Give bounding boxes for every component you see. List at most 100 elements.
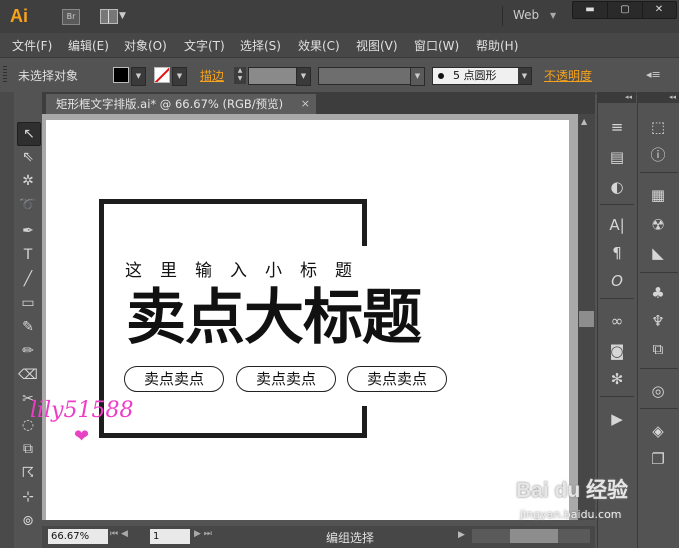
menu-help[interactable]: 帮助(H) xyxy=(476,37,518,54)
status-menu-icon[interactable]: ▶ xyxy=(458,530,465,540)
menu-window[interactable]: 窗口(W) xyxy=(414,37,459,54)
swatches-icon[interactable]: ▦ xyxy=(647,184,669,206)
opentype-icon[interactable]: O xyxy=(606,270,628,292)
artwork-title[interactable]: 卖点大标题 xyxy=(126,282,422,354)
tab-document[interactable]: 矩形框文字排版.ai* @ 66.67% (RGB/预览) × xyxy=(46,94,316,114)
paragraph-icon[interactable]: ¶ xyxy=(606,242,628,264)
color-icon[interactable]: ☢ xyxy=(647,214,669,236)
frame-top-edge xyxy=(99,199,367,204)
minimize-icon[interactable]: ▬ xyxy=(573,2,607,18)
menu-select[interactable]: 选择(S) xyxy=(240,37,281,54)
pencil-icon[interactable]: ✏ xyxy=(17,340,39,362)
info-icon[interactable]: ⓘ xyxy=(647,144,669,166)
selection-status: 未选择对象 xyxy=(18,69,79,83)
transparency-icon[interactable]: ◐ xyxy=(606,176,628,198)
divider xyxy=(640,172,678,173)
align-icon[interactable]: ≡ xyxy=(606,116,628,138)
stroke-label[interactable]: 描边 xyxy=(200,67,224,84)
symbols-icon[interactable]: ♣ xyxy=(647,282,669,304)
workspace-switcher[interactable]: Web xyxy=(513,8,539,22)
bridge-button[interactable]: Br xyxy=(62,9,80,25)
menu-file[interactable]: 文件(F) xyxy=(12,37,52,54)
user-watermark: lily51588 xyxy=(30,398,134,423)
vertical-scrollbar[interactable]: ▲ xyxy=(578,114,595,520)
maximize-icon[interactable]: ▢ xyxy=(607,2,643,18)
type-icon[interactable]: T xyxy=(17,244,39,266)
divider xyxy=(640,272,678,273)
opacity-label[interactable]: 不透明度 xyxy=(544,67,592,84)
actions-icon[interactable]: ✻ xyxy=(606,368,628,390)
stepper-icon[interactable]: ▲ ▼ xyxy=(234,67,246,84)
graphic-styles-icon[interactable]: ⧉ xyxy=(647,338,669,360)
direct-selection-icon[interactable]: ⇖ xyxy=(17,146,39,168)
frame-bottom-edge xyxy=(99,433,367,438)
page-field[interactable]: 1 xyxy=(150,529,190,544)
rectangle-icon[interactable]: ▭ xyxy=(17,292,39,314)
menu-edit[interactable]: 编辑(E) xyxy=(68,37,109,54)
heart-icon: ❤ xyxy=(74,426,90,447)
appearance-icon[interactable]: ◎ xyxy=(647,380,669,402)
play-icon[interactable]: ▶ xyxy=(606,408,628,430)
artwork-subtitle[interactable]: 这里输入小标题 xyxy=(125,256,370,281)
links-icon[interactable]: ∞ xyxy=(606,310,628,332)
baidu-url: jingyan.baidu.com xyxy=(520,508,622,521)
lasso-icon[interactable]: ➰ xyxy=(17,194,39,216)
tools-panel-grip[interactable] xyxy=(0,92,14,548)
selling-point-pill[interactable]: 卖点卖点 xyxy=(236,366,336,392)
menu-effect[interactable]: 效果(C) xyxy=(298,37,340,54)
brush-definition[interactable]: 5 点圆形 ▼ xyxy=(432,67,532,85)
stroke-color-swatch[interactable] xyxy=(154,67,170,83)
selection-arrow-icon[interactable]: ↖ xyxy=(17,122,41,146)
grip-handle[interactable] xyxy=(3,66,7,84)
artboards-icon[interactable]: ❐ xyxy=(647,448,669,470)
magic-wand-icon[interactable]: ✲ xyxy=(17,170,39,192)
divider xyxy=(600,396,634,397)
menu-view[interactable]: 视图(V) xyxy=(356,37,398,54)
image-trace-icon[interactable]: ◙ xyxy=(606,340,628,362)
transform-icon[interactable]: ⬚ xyxy=(647,116,669,138)
zoom-field[interactable]: 66.67% xyxy=(48,529,108,544)
blob-brush-icon[interactable]: ⌫ xyxy=(17,364,39,386)
collapse-panel-icon[interactable]: ◂◂ xyxy=(598,92,636,103)
variable-width-profile[interactable] xyxy=(318,67,412,85)
divider xyxy=(600,204,634,205)
character-icon[interactable]: A| xyxy=(606,214,628,236)
chevron-down-icon[interactable]: ▼ xyxy=(131,67,146,86)
arrange-documents-button[interactable]: ▼ xyxy=(100,9,128,24)
pen-icon[interactable]: ✒ xyxy=(17,220,39,242)
color-guide-icon[interactable]: ◣ xyxy=(647,242,669,264)
free-transform-icon[interactable]: ⊹ xyxy=(17,486,39,508)
divider xyxy=(502,6,503,26)
stroke-weight-field[interactable] xyxy=(248,67,297,85)
close-icon[interactable]: ✕ xyxy=(642,2,676,18)
status-text[interactable]: 编组选择 xyxy=(326,529,374,546)
menu-object[interactable]: 对象(O) xyxy=(124,37,167,54)
panel-dock-2: ◂◂ ⬚ ⓘ ▦ ☢ ◣ ♣ ♆ ⧉ ◎ ◈ ❐ xyxy=(637,92,679,548)
baidu-watermark: Bai du 经验 xyxy=(516,479,629,502)
chevron-down-icon[interactable]: ▼ xyxy=(296,67,311,86)
layers-icon[interactable]: ◈ xyxy=(647,420,669,442)
chevron-down-icon[interactable]: ▼ xyxy=(172,67,187,86)
scale-icon[interactable]: ⧉ xyxy=(17,438,39,460)
selling-point-pill[interactable]: 卖点卖点 xyxy=(347,366,447,392)
scroll-thumb[interactable] xyxy=(510,529,558,543)
gradient-icon[interactable]: ▤ xyxy=(606,146,628,168)
brushes-icon[interactable]: ♆ xyxy=(647,310,669,332)
chevron-down-icon[interactable]: ▼ xyxy=(410,67,425,86)
fill-color-swatch[interactable] xyxy=(113,67,129,83)
symbol-sprayer-icon[interactable]: ⊚ xyxy=(17,510,39,532)
collapse-panel-icon[interactable]: ◂◂ xyxy=(638,92,679,103)
scroll-thumb[interactable] xyxy=(579,311,594,327)
line-icon[interactable]: ╱ xyxy=(17,268,39,290)
selling-point-pill[interactable]: 卖点卖点 xyxy=(124,366,224,392)
warp-icon[interactable]: ☈ xyxy=(17,462,39,484)
close-icon[interactable]: × xyxy=(301,94,310,114)
paintbrush-icon[interactable]: ✎ xyxy=(17,316,39,338)
tab-label: 矩形框文字排版.ai* @ 66.67% (RGB/预览) xyxy=(56,97,284,111)
panel-menu-icon[interactable]: ◂≡ xyxy=(646,68,661,81)
scroll-up-icon[interactable]: ▲ xyxy=(581,117,587,126)
first-page-icon[interactable]: ⏮ ◀ xyxy=(110,529,128,539)
horizontal-scrollbar[interactable] xyxy=(472,529,590,543)
menu-type[interactable]: 文字(T) xyxy=(184,37,225,54)
next-page-icon[interactable]: ▶ ⏭ xyxy=(194,529,212,539)
